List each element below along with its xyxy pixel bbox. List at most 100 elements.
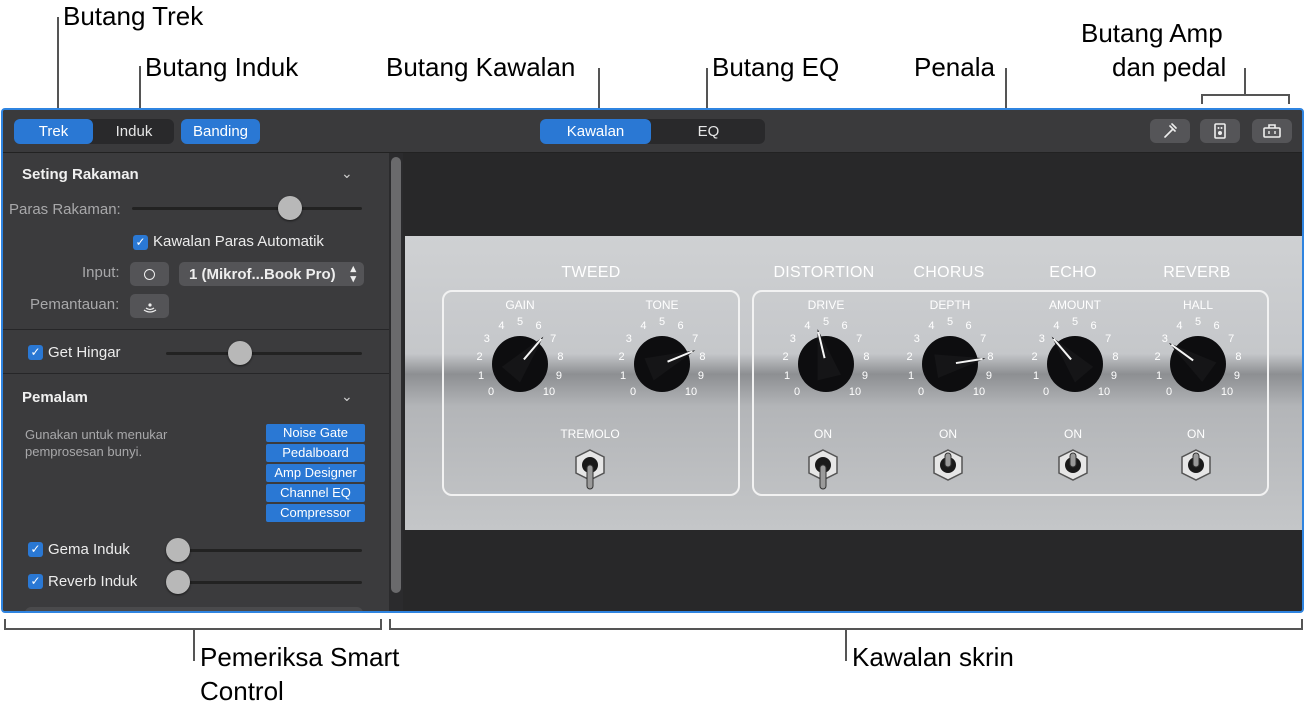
divider — [3, 373, 389, 374]
callout-bracket-amp-left — [1201, 94, 1203, 104]
amp-button[interactable] — [1200, 119, 1240, 143]
recording-settings-title: Seting Rakaman — [22, 166, 139, 183]
knob-label-gain: GAIN — [505, 298, 535, 312]
callout-bracket-inspector-r — [380, 619, 382, 630]
plugin-pedalboard[interactable]: Pedalboard — [266, 444, 365, 462]
callout-amp-pedal-2: dan pedal — [1112, 52, 1227, 82]
master-reverb-track[interactable] — [166, 581, 362, 584]
tuning-fork-icon — [1164, 123, 1177, 138]
toggle-switch-4[interactable] — [1176, 444, 1216, 492]
callout-induk-button: Butang Induk — [145, 52, 299, 82]
plugin-compressor[interactable]: Compressor — [266, 504, 365, 522]
track-button[interactable]: Trek — [14, 119, 93, 144]
plugins-title: Pemalam — [22, 389, 88, 406]
mono-circle-icon — [144, 268, 155, 280]
callout-eq-button: Butang EQ — [712, 52, 840, 82]
toggle-switch-2[interactable] — [928, 444, 968, 492]
callout-bracket-amp-right — [1288, 94, 1290, 104]
input-label: Input: — [82, 264, 120, 281]
master-echo-track[interactable] — [166, 549, 362, 552]
plugins-collapse-icon[interactable]: ⌄ — [341, 388, 353, 405]
plugins-description-2: pemprosesan bunyi. — [25, 444, 143, 459]
pedalboard-button[interactable] — [1252, 119, 1292, 143]
recording-level-track[interactable] — [132, 207, 362, 210]
input-select[interactable]: 1 (Mikrof...Book Pro) ▴ ▾ — [179, 262, 364, 286]
eq-button[interactable]: EQ — [652, 119, 765, 144]
plugins-description-1: Gunakan untuk menukar — [25, 427, 168, 442]
recording-level-slider[interactable] — [278, 196, 303, 220]
toggle-switch-0[interactable] — [570, 444, 610, 492]
callout-bracket-inspector-l — [4, 619, 6, 630]
auto-level-checkbox[interactable]: ✓ — [133, 235, 148, 250]
master-echo-checkbox[interactable]: ✓ — [28, 542, 43, 557]
input-select-value: 1 (Mikrof...Book Pro) — [189, 265, 336, 283]
knob-amount[interactable] — [1035, 324, 1115, 404]
knob-label-drive: DRIVE — [807, 298, 845, 312]
knob-label-hall: HALL — [1182, 298, 1214, 312]
noise-gate-slider[interactable] — [227, 341, 252, 365]
master-reverb-label: Reverb Induk — [48, 573, 138, 590]
plugin-noise-gate[interactable]: Noise Gate — [266, 424, 365, 442]
controls-button[interactable]: Kawalan — [540, 119, 651, 144]
callout-bracket-screen-l — [389, 619, 391, 630]
noise-gate-track[interactable] — [166, 352, 362, 355]
input-format-button[interactable] — [130, 262, 169, 286]
knob-label-depth: DEPTH — [929, 298, 971, 312]
switch-label: ON — [1064, 427, 1082, 441]
master-echo-label: Gema Induk — [48, 541, 130, 558]
section-distortion: DISTORTION — [773, 264, 875, 281]
controls-eq-segmented: Kawalan EQ — [540, 119, 765, 144]
switch-label: TREMOLO — [560, 427, 620, 441]
pedalboard-icon — [1263, 124, 1281, 138]
section-chorus: CHORUS — [913, 264, 985, 281]
noise-gate-label: Get Hingar — [48, 344, 121, 361]
callout-smart-control-2: Control — [200, 676, 284, 706]
monitoring-icon — [143, 303, 156, 313]
switch-label: ON — [939, 427, 957, 441]
smart-control-inspector: Seting Rakaman ⌄ Paras Rakaman: ✓ Kawala… — [3, 153, 389, 611]
tuner-button[interactable] — [1150, 119, 1190, 143]
master-echo-slider[interactable] — [166, 538, 190, 562]
inspector-scrollbar[interactable] — [391, 157, 401, 593]
track-master-segmented: Trek Induk — [14, 119, 174, 144]
callout-kawalan-button: Butang Kawalan — [386, 52, 576, 82]
section-reverb: REVERB — [1163, 264, 1231, 281]
compare-button[interactable]: Banding — [181, 119, 260, 144]
callout-amp-pedal-1: Butang Amp — [1081, 18, 1223, 48]
knob-drive[interactable] — [786, 324, 866, 404]
section-echo: ECHO — [1049, 264, 1097, 281]
knob-tone[interactable] — [622, 324, 702, 404]
plugin-amp-designer[interactable]: Amp Designer — [266, 464, 365, 482]
inspector-bottom-bar — [25, 607, 363, 611]
master-reverb-slider[interactable] — [166, 570, 190, 594]
callout-bracket-inspector-stem — [193, 628, 195, 661]
monitoring-button[interactable] — [130, 294, 169, 318]
switch-label: ON — [814, 427, 832, 441]
knob-label-amount: AMOUNT — [1049, 298, 1101, 312]
callout-trek-button: Butang Trek — [63, 1, 204, 31]
plugin-channel-eq[interactable]: Channel EQ — [266, 484, 365, 502]
master-reverb-checkbox[interactable]: ✓ — [28, 574, 43, 589]
knob-gain[interactable] — [480, 324, 560, 404]
switch-label: ON — [1187, 427, 1205, 441]
callout-smart-control-1: Pemeriksa Smart — [200, 642, 400, 672]
callout-bracket-screen-r — [1301, 619, 1303, 630]
knob-hall[interactable] — [1158, 324, 1238, 404]
toggle-switch-3[interactable] — [1053, 444, 1093, 492]
knob-depth[interactable] — [910, 324, 990, 404]
monitoring-label: Pemantauan: — [30, 296, 120, 313]
callout-penala: Penala — [914, 52, 995, 82]
toggle-switch-1[interactable] — [803, 444, 843, 492]
toolbar: Trek Induk Banding Kawalan EQ — [3, 110, 1302, 153]
callout-bracket-screen-stem — [845, 628, 847, 661]
recording-level-label: Paras Rakaman: — [9, 201, 121, 218]
section-tweed: TWEED — [561, 264, 621, 281]
noise-gate-checkbox[interactable]: ✓ — [28, 345, 43, 360]
callout-bracket-amp-stem — [1244, 68, 1246, 95]
updown-chevron-icon: ▴ ▾ — [350, 263, 356, 285]
auto-level-label: Kawalan Paras Automatik — [153, 233, 324, 250]
knob-label-tone: TONE — [645, 298, 679, 312]
master-button[interactable]: Induk — [94, 119, 174, 144]
amp-panel: TWEED DISTORTION CHORUS ECHO REVERB GAIN… — [405, 236, 1302, 530]
recording-settings-collapse-icon[interactable]: ⌄ — [341, 165, 353, 182]
